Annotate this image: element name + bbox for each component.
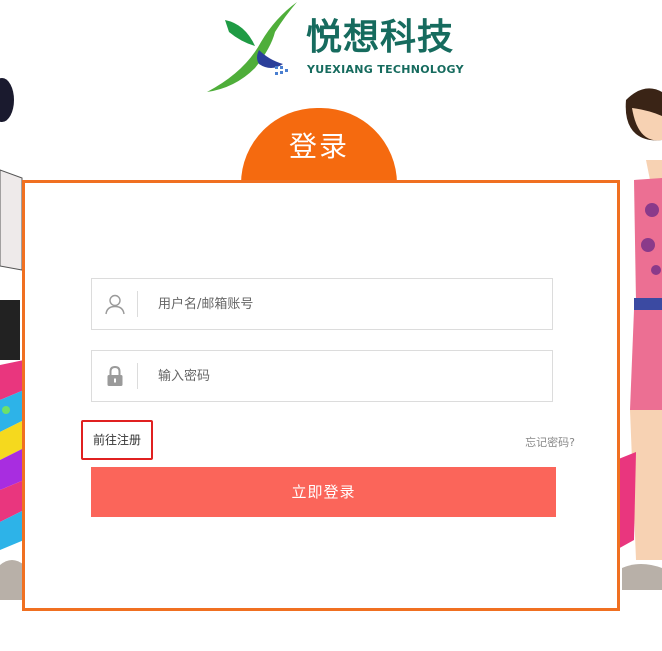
password-input[interactable] <box>158 363 538 389</box>
username-field[interactable] <box>91 278 553 330</box>
login-form: 前往注册 忘记密码? 立即登录 <box>22 180 620 611</box>
x-shaped-leaf-logo-icon <box>207 2 297 92</box>
field-separator <box>137 363 138 389</box>
login-button[interactable]: 立即登录 <box>91 467 556 517</box>
right-illustration <box>616 80 662 600</box>
login-tab: 登录 <box>241 108 397 184</box>
company-logo: 悦想科技 YUEXIANG TECHNOLOGY <box>205 2 465 94</box>
user-icon <box>92 279 137 329</box>
login-tab-label: 登录 <box>288 130 349 163</box>
field-separator <box>137 291 138 317</box>
company-name-en: YUEXIANG TECHNOLOGY <box>307 63 464 76</box>
username-input[interactable] <box>158 291 538 317</box>
forgot-password-link[interactable]: 忘记密码? <box>525 436 575 450</box>
left-illustration <box>0 60 24 620</box>
lock-icon <box>92 351 137 401</box>
password-field[interactable] <box>91 350 553 402</box>
register-link[interactable]: 前往注册 <box>81 420 153 460</box>
company-name-cn: 悦想科技 <box>306 17 455 58</box>
